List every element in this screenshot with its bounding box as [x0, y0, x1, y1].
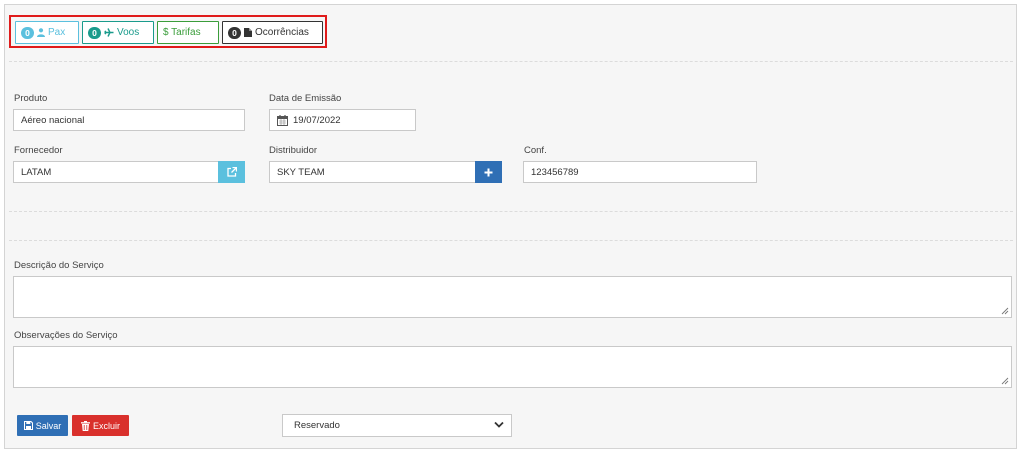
tab-voos-label: Voos — [117, 27, 140, 38]
external-link-icon — [226, 167, 237, 177]
excluir-button[interactable]: Excluir — [72, 415, 129, 436]
resize-grip-icon[interactable] — [1001, 307, 1009, 315]
calendar-icon — [277, 114, 288, 126]
produto-value: Aéreo nacional — [21, 114, 85, 126]
excluir-label: Excluir — [92, 420, 120, 431]
voos-count-badge: 0 — [88, 26, 101, 39]
fornecedor-label: Fornecedor — [14, 145, 63, 156]
distribuidor-add-button[interactable] — [475, 161, 502, 183]
divider — [9, 61, 1013, 62]
produto-input[interactable]: Aéreo nacional — [13, 109, 245, 131]
data-emissao-label: Data de Emissão — [269, 93, 342, 104]
divider — [9, 240, 1013, 241]
salvar-label: Salvar — [35, 420, 62, 431]
user-icon — [37, 28, 45, 37]
data-emissao-input[interactable]: 19/07/2022 — [269, 109, 416, 131]
plus-icon — [484, 168, 493, 176]
floppy-disk-icon — [23, 421, 33, 430]
descricao-label: Descrição do Serviço — [14, 260, 104, 271]
observacoes-label: Observações do Serviço — [14, 330, 118, 341]
pax-count-badge: 0 — [21, 26, 34, 39]
tab-pax[interactable]: 0 Pax — [15, 21, 79, 44]
ocorrencias-count-badge: 0 — [228, 26, 241, 39]
tab-pax-label: Pax — [48, 27, 66, 38]
status-select[interactable]: Reservado — [282, 414, 512, 437]
distribuidor-label: Distribuidor — [269, 145, 318, 156]
tab-ocorrencias-label: Ocorrências — [255, 27, 309, 38]
status-select-value: Reservado — [294, 420, 340, 431]
divider — [9, 211, 1013, 212]
tab-group: 0 Pax 0 Voos $ Tarifas 0 Ocorrências — [9, 15, 327, 48]
salvar-button[interactable]: Salvar — [17, 415, 68, 436]
produto-label: Produto — [14, 93, 48, 104]
fornecedor-input[interactable]: LATAM — [13, 161, 219, 183]
tab-voos[interactable]: 0 Voos — [82, 21, 154, 44]
resize-grip-icon[interactable] — [1001, 377, 1009, 385]
fornecedor-value: LATAM — [21, 166, 52, 178]
chevron-down-icon — [494, 421, 504, 428]
plane-icon — [104, 28, 114, 37]
tab-tarifas-label: $ Tarifas — [163, 27, 201, 38]
fornecedor-open-button[interactable] — [218, 161, 245, 183]
file-icon — [244, 28, 252, 37]
distribuidor-value: SKY TEAM — [277, 166, 325, 178]
conf-label: Conf. — [524, 145, 547, 156]
descricao-textarea[interactable] — [13, 276, 1012, 318]
tab-tarifas[interactable]: $ Tarifas — [157, 21, 219, 44]
tab-ocorrencias[interactable]: 0 Ocorrências — [222, 21, 323, 44]
distribuidor-input[interactable]: SKY TEAM — [269, 161, 476, 183]
trash-icon — [80, 420, 90, 431]
conf-input[interactable]: 123456789 — [523, 161, 757, 183]
conf-value: 123456789 — [531, 166, 579, 178]
data-emissao-value: 19/07/2022 — [293, 114, 341, 126]
observacoes-textarea[interactable] — [13, 346, 1012, 388]
